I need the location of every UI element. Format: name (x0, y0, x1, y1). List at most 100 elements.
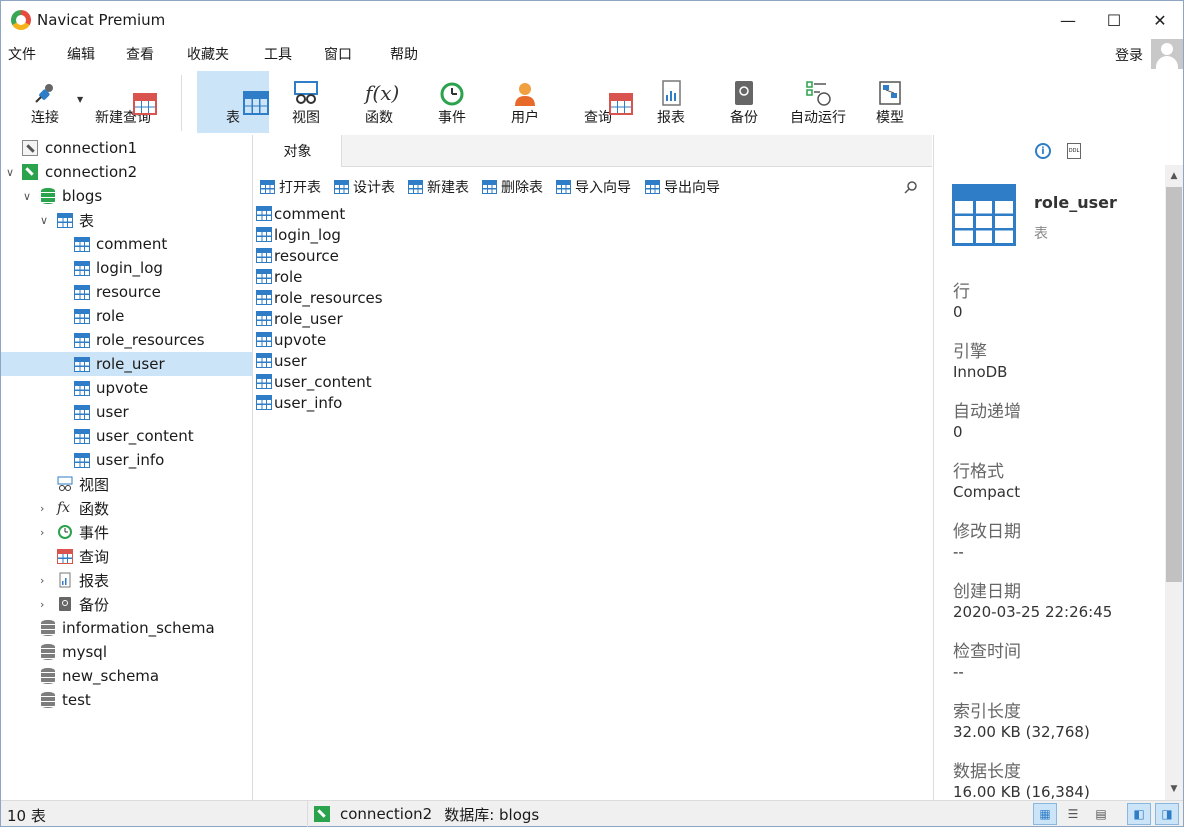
tree-item-table[interactable]: login_log (1, 256, 252, 280)
info-icon[interactable]: i (1035, 143, 1051, 159)
list-item[interactable]: user_content (256, 371, 372, 392)
toggle-right-pane-icon[interactable]: ◨ (1155, 803, 1179, 825)
property-label: 创建日期 (953, 582, 1021, 602)
tree-item-table[interactable]: user_content (1, 424, 252, 448)
delete-table-button[interactable]: 删除表 (482, 177, 543, 197)
tree-item-events[interactable]: › 事件 (1, 520, 252, 544)
tab-view[interactable]: 视图 (271, 71, 341, 133)
button-label: 删除表 (501, 180, 543, 196)
import-wizard-button[interactable]: 导入向导 (556, 177, 631, 197)
tree-item-label: blogs (62, 187, 103, 205)
scrollbar-thumb[interactable] (1166, 187, 1182, 582)
property-value: 2020-03-25 22:26:45 (953, 603, 1113, 621)
tree-item-queries[interactable]: 查询 (1, 544, 252, 568)
report-icon (59, 572, 71, 588)
connection-active-icon (22, 164, 38, 180)
list-item[interactable]: resource (256, 245, 339, 266)
design-table-button[interactable]: 设计表 (334, 177, 395, 197)
chevron-right-icon[interactable]: › (40, 526, 44, 539)
search-icon[interactable] (904, 180, 918, 194)
toggle-left-pane-icon[interactable]: ◧ (1127, 803, 1151, 825)
chevron-down-icon[interactable]: ∨ (6, 166, 14, 179)
menu-file[interactable]: 文件 (8, 44, 36, 64)
list-item-label: role (274, 267, 303, 286)
scroll-up-icon[interactable]: ▲ (1165, 167, 1183, 185)
tree-item-functions[interactable]: › fx 函数 (1, 496, 252, 520)
menu-help[interactable]: 帮助 (390, 44, 418, 64)
minimize-button[interactable]: — (1045, 1, 1091, 39)
chevron-down-icon[interactable]: ∨ (40, 214, 48, 227)
list-item[interactable]: comment (256, 203, 345, 224)
new-table-button[interactable]: 新建表 (408, 177, 469, 197)
tab-table[interactable]: 表 (197, 71, 269, 133)
list-item[interactable]: role (256, 266, 302, 287)
tab-query[interactable]: 查询 (563, 71, 633, 133)
login-link[interactable]: 登录 (1115, 45, 1143, 65)
tree-item-table[interactable]: user (1, 400, 252, 424)
menu-window[interactable]: 窗口 (324, 44, 352, 64)
tree-item-backups[interactable]: › 备份 (1, 592, 252, 616)
tree-item-table[interactable]: role_resources (1, 328, 252, 352)
tree-item-blogs[interactable]: ∨ blogs (1, 184, 252, 208)
detail-view-icon[interactable]: ▤ (1089, 803, 1113, 825)
connection-icon (22, 140, 38, 156)
list-item[interactable]: role_user (256, 308, 343, 329)
new-query-button[interactable]: 新建查询 (89, 71, 157, 133)
list-item[interactable]: role_resources (256, 287, 383, 308)
database-icon (41, 668, 55, 684)
tree-item-table-selected[interactable]: role_user (1, 352, 252, 376)
tree-item-database[interactable]: new_schema (1, 664, 252, 688)
avatar[interactable] (1151, 39, 1183, 71)
menu-edit[interactable]: 编辑 (67, 44, 95, 64)
tab-function[interactable]: f(x) 函数 (344, 71, 414, 133)
chevron-right-icon[interactable]: › (40, 574, 44, 587)
connect-button[interactable]: 连接 (15, 71, 75, 133)
tree-item-database[interactable]: mysql (1, 640, 252, 664)
tab-objects[interactable]: 对象 (254, 135, 342, 167)
chevron-right-icon[interactable]: › (40, 502, 44, 515)
chevron-right-icon[interactable]: › (40, 598, 44, 611)
tree-item-database[interactable]: test (1, 688, 252, 712)
chevron-down-icon[interactable]: ∨ (23, 190, 31, 203)
scroll-down-icon[interactable]: ▼ (1165, 780, 1183, 798)
menu-favorites[interactable]: 收藏夹 (187, 44, 229, 64)
tree-item-connection1[interactable]: connection1 (1, 136, 252, 160)
tree-item-table[interactable]: comment (1, 232, 252, 256)
tree-item-table[interactable]: upvote (1, 376, 252, 400)
menu-tools[interactable]: 工具 (264, 44, 292, 64)
table-icon (256, 395, 272, 410)
tab-user[interactable]: 用户 (490, 71, 560, 133)
chevron-down-icon[interactable]: ▼ (77, 95, 83, 104)
menu-view[interactable]: 查看 (126, 44, 154, 64)
tab-backup[interactable]: 备份 (709, 71, 779, 133)
tree-item-reports[interactable]: › 报表 (1, 568, 252, 592)
tree-item-tables[interactable]: ∨ 表 (1, 208, 252, 232)
property-value: -- (953, 543, 964, 561)
export-wizard-button[interactable]: 导出向导 (645, 177, 720, 197)
tree-item-connection2[interactable]: ∨ connection2 (1, 160, 252, 184)
property-label: 引擎 (953, 342, 987, 362)
status-connection-name: connection2 (340, 805, 433, 823)
list-item[interactable]: user (256, 350, 307, 371)
tab-event[interactable]: 事件 (417, 71, 487, 133)
tab-report[interactable]: 报表 (636, 71, 706, 133)
tree-item-table[interactable]: role (1, 304, 252, 328)
tab-model[interactable]: 模型 (855, 71, 925, 133)
tree-item-views[interactable]: 视图 (1, 472, 252, 496)
close-button[interactable]: ✕ (1137, 1, 1183, 39)
property-label: 数据长度 (953, 762, 1021, 782)
open-table-button[interactable]: 打开表 (260, 177, 321, 197)
list-item[interactable]: login_log (256, 224, 341, 245)
tree-item-table[interactable]: resource (1, 280, 252, 304)
tree-item-database[interactable]: information_schema (1, 616, 252, 640)
tab-automation[interactable]: 自动运行 (782, 71, 854, 133)
tree-item-table[interactable]: user_info (1, 448, 252, 472)
property-value: Compact (953, 483, 1021, 501)
ddl-icon[interactable]: DDL (1067, 143, 1081, 159)
grid-view-icon[interactable]: ▦ (1033, 803, 1057, 825)
import-icon (556, 180, 571, 194)
list-item[interactable]: upvote (256, 329, 326, 350)
list-view-icon[interactable]: ☰ (1061, 803, 1085, 825)
maximize-button[interactable]: ☐ (1091, 1, 1137, 39)
list-item[interactable]: user_info (256, 392, 342, 413)
